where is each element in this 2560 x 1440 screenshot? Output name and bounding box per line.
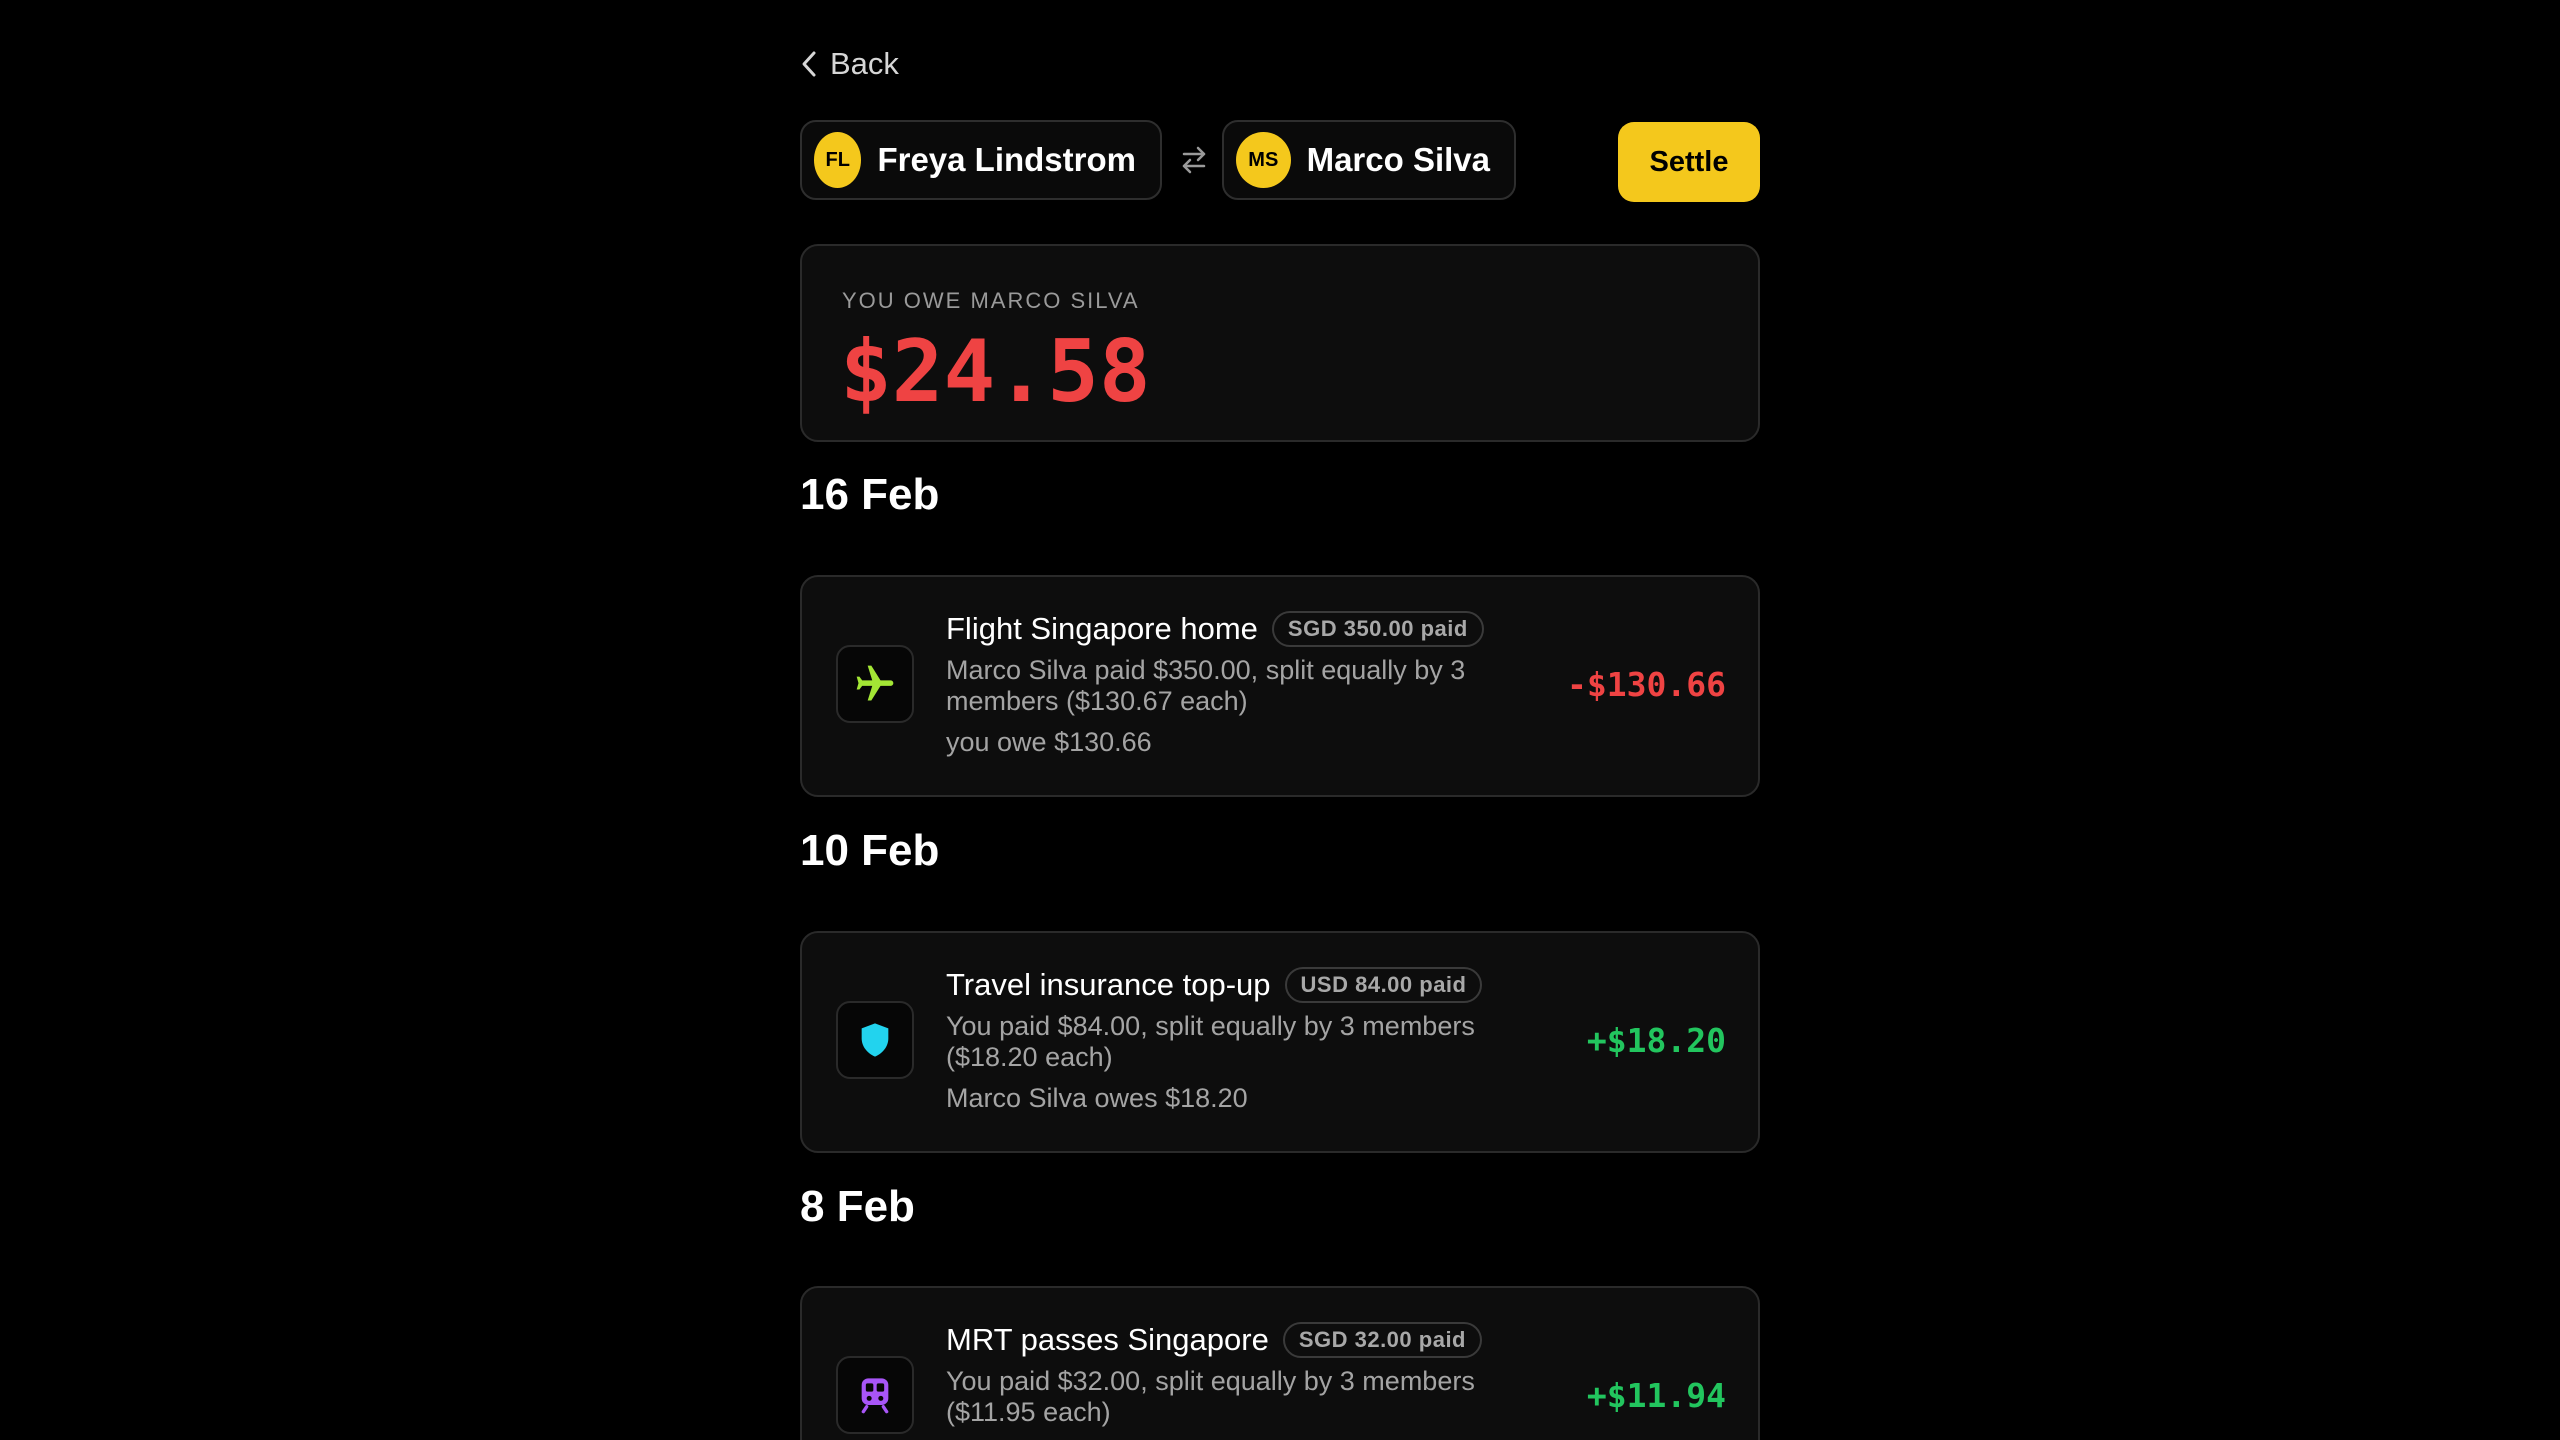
balance-summary-card: YOU OWE MARCO SILVA $24.58 — [800, 244, 1760, 442]
date-heading: 16 Feb — [800, 470, 940, 519]
transaction-title: Travel insurance top-up — [946, 967, 1271, 1002]
shield-icon — [836, 1001, 914, 1079]
paid-badge: SGD 350.00 paid — [1271, 611, 1484, 647]
page: Back FL Freya Lindstrom MS Marco Silva S… — [0, 0, 2560, 1440]
transaction-amount: +$18.20 — [1586, 1021, 1726, 1060]
avatar: FL — [814, 132, 862, 188]
person-chip-b[interactable]: MS Marco Silva — [1222, 120, 1516, 200]
person-chip-a[interactable]: FL Freya Lindstrom — [800, 120, 1162, 200]
person-name: Freya Lindstrom — [877, 141, 1136, 178]
back-link[interactable]: Back — [800, 44, 899, 84]
transaction-title: MRT passes Singapore — [946, 1322, 1269, 1357]
person-name: Marco Silva — [1306, 141, 1490, 178]
chevron-left-icon — [802, 51, 816, 77]
transaction-card[interactable]: MRT passes Singapore SGD 32.00 paid You … — [800, 1286, 1760, 1440]
transaction-description: You paid $84.00, split equally by 3 memb… — [946, 1011, 1475, 1072]
transaction-share: Marco Silva owes $18.20 — [946, 1083, 1248, 1113]
transaction-share: you owe $130.66 — [946, 727, 1152, 757]
back-label: Back — [830, 46, 899, 81]
transaction-title-row: Travel insurance top-up USD 84.00 paid — [946, 963, 1526, 1007]
transaction-description: You paid $32.00, split equally by 3 memb… — [946, 1366, 1475, 1427]
transaction-amount: +$11.94 — [1586, 1376, 1726, 1415]
pair-selector: FL Freya Lindstrom MS Marco Silva Settle — [800, 120, 1760, 204]
transaction-body: MRT passes Singapore SGD 32.00 paid You … — [946, 1318, 1526, 1428]
avatar: MS — [1236, 132, 1291, 188]
transaction-amount: -$130.66 — [1567, 665, 1726, 704]
transaction-description: Marco Silva paid $350.00, split equally … — [946, 655, 1466, 716]
date-heading: 8 Feb — [800, 1182, 915, 1231]
transaction-card[interactable]: Flight Singapore home SGD 350.00 paid Ma… — [800, 575, 1760, 797]
transaction-title-row: MRT passes Singapore SGD 32.00 paid — [946, 1318, 1526, 1362]
transaction-body: Travel insurance top-up USD 84.00 paid Y… — [946, 963, 1526, 1114]
settle-button[interactable]: Settle — [1618, 122, 1760, 202]
date-heading: 10 Feb — [800, 826, 940, 875]
paid-badge: USD 84.00 paid — [1284, 967, 1483, 1003]
airplane-icon — [836, 645, 914, 723]
swap-arrows-icon[interactable] — [1176, 142, 1212, 178]
transaction-card[interactable]: Travel insurance top-up USD 84.00 paid Y… — [800, 931, 1760, 1153]
paid-badge: SGD 32.00 paid — [1282, 1322, 1482, 1358]
transaction-title: Flight Singapore home — [946, 611, 1258, 646]
balance-label: YOU OWE MARCO SILVA — [842, 288, 1140, 313]
train-icon — [836, 1356, 914, 1434]
balance-amount: $24.58 — [840, 322, 1151, 422]
transaction-body: Flight Singapore home SGD 350.00 paid Ma… — [946, 607, 1526, 758]
transaction-title-row: Flight Singapore home SGD 350.00 paid — [946, 607, 1526, 651]
